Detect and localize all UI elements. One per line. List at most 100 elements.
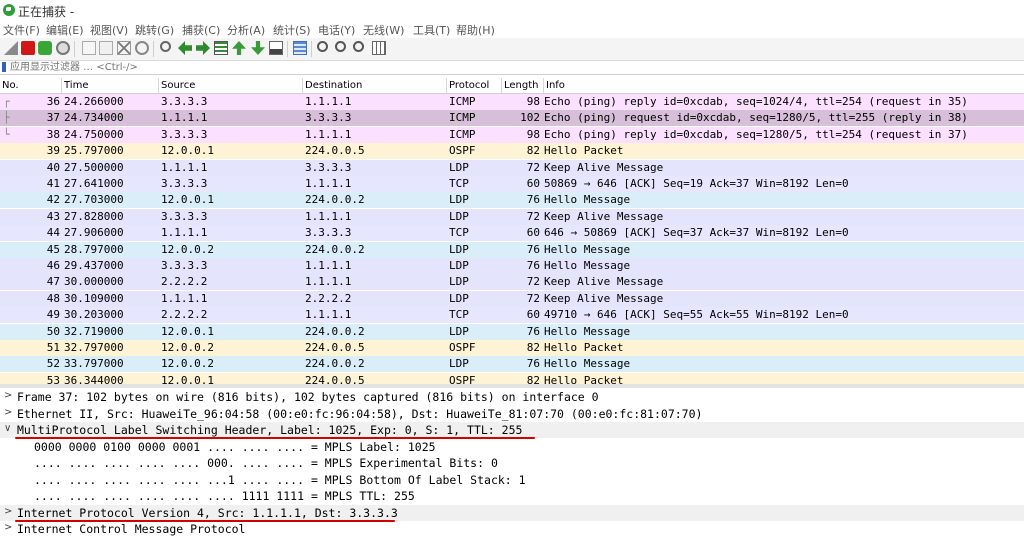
packet-length: 76 — [526, 357, 540, 371]
zoom-normal-icon[interactable] — [353, 41, 364, 52]
column-header-time[interactable]: Time — [64, 80, 88, 91]
packet-length: 72 — [526, 160, 540, 174]
packet-details[interactable]: > Frame 37: 102 bytes on wire (816 bits),… — [0, 388, 1024, 543]
column-separator[interactable] — [302, 78, 303, 93]
find-icon[interactable] — [160, 41, 171, 52]
packet-row[interactable]: 36 24.266000 3.3.3.3 1.1.1.1 ICMP 98 Echo (pin… — [0, 94, 1024, 110]
column-header-protocol[interactable]: Protocol — [449, 80, 489, 91]
packet-time: 30.000000 — [64, 275, 124, 289]
save-icon[interactable] — [99, 41, 113, 55]
back-icon[interactable] — [178, 41, 192, 55]
first-packet-icon[interactable] — [232, 41, 246, 55]
detail-row[interactable]: > Internet Control Message Protocol — [0, 521, 1024, 537]
packet-destination: 224.0.0.2 — [305, 324, 365, 338]
goto-icon[interactable] — [214, 41, 228, 55]
column-separator[interactable] — [61, 78, 62, 93]
packet-row[interactable]: 39 25.797000 12.0.0.1 224.0.0.5 OSPF 82 Hello … — [0, 143, 1024, 160]
packet-row[interactable]: 47 30.000000 2.2.2.2 1.1.1.1 LDP 72 Keep Alive… — [0, 274, 1024, 291]
menu-item-3[interactable]: 跳转(G) — [135, 22, 174, 38]
reload-icon[interactable] — [135, 41, 149, 55]
menu-item-1[interactable]: 编辑(E) — [46, 22, 84, 38]
packet-time: 30.203000 — [64, 308, 124, 322]
detail-row[interactable]: 0000 0000 0100 0000 0001 .... .... .... … — [0, 438, 1024, 455]
zoom-out-icon[interactable] — [335, 41, 346, 52]
detail-row[interactable]: .... .... .... .... .... 000. .... .... … — [0, 455, 1024, 471]
packet-row[interactable]: 38 24.750000 3.3.3.3 1.1.1.1 ICMP 98 Echo (pin… — [0, 126, 1024, 143]
detail-row[interactable]: > Ethernet II, Src: HuaweiTe_96:04:58 (00… — [0, 405, 1024, 422]
menu-item-10[interactable]: 帮助(H) — [456, 22, 495, 38]
detail-row[interactable]: .... .... .... .... .... ...1 .... .... … — [0, 471, 1024, 488]
packet-destination: 1.1.1.1 — [305, 308, 352, 322]
resize-columns-icon[interactable] — [372, 41, 386, 55]
bookmark-icon[interactable] — [2, 62, 6, 72]
column-header-info[interactable]: Info — [546, 80, 565, 91]
packet-protocol: LDP — [449, 193, 469, 207]
packet-info: Keep Alive Message — [544, 275, 664, 289]
column-header-destination[interactable]: Destination — [305, 80, 362, 91]
packet-list-header: No. Time Source Destination Protocol Length In… — [0, 78, 1024, 94]
packet-time: 27.828000 — [64, 209, 124, 223]
forward-icon[interactable] — [196, 41, 210, 55]
menu-item-2[interactable]: 视图(V) — [90, 22, 128, 38]
packet-row[interactable]: 48 30.109000 1.1.1.1 2.2.2.2 LDP 72 Keep Alive… — [0, 290, 1024, 307]
column-header-no[interactable]: No. — [2, 80, 19, 91]
related-packet-marker: └ — [3, 127, 10, 141]
packet-row[interactable]: 41 27.641000 3.3.3.3 1.1.1.1 TCP 60 50869 → 64… — [0, 176, 1024, 192]
column-separator[interactable] — [446, 78, 447, 93]
column-header-length[interactable]: Length — [504, 80, 539, 91]
packet-number: 42 — [46, 193, 60, 207]
packet-row[interactable]: 44 27.906000 1.1.1.1 3.3.3.3 TCP 60 646 → 5086… — [0, 225, 1024, 242]
packet-row[interactable]: 52 33.797000 12.0.0.2 224.0.0.2 LDP 76 Hello M… — [0, 356, 1024, 373]
packet-row[interactable]: 53 36.344000 12.0.0.1 224.0.0.5 OSPF 82 Hello … — [0, 372, 1024, 384]
detail-row[interactable]: > Internet Protocol Version 4, Src: 1.1.1… — [0, 504, 1024, 521]
expand-arrow-icon[interactable]: > — [4, 522, 12, 533]
menu-item-0[interactable]: 文件(F) — [3, 22, 40, 38]
packet-row[interactable]: 43 27.828000 3.3.3.3 1.1.1.1 LDP 72 Keep Alive… — [0, 208, 1024, 225]
column-header-source[interactable]: Source — [161, 80, 195, 91]
stop-icon[interactable] — [21, 41, 35, 55]
packet-list[interactable]: No. Time Source Destination Protocol Length In… — [0, 78, 1024, 384]
menu-bar: 文件(F) 编辑(E) 视图(V) 跳转(G) 捕获(C) 分析(A) 统计(S) 电话(Y)… — [0, 20, 1024, 38]
column-separator[interactable] — [543, 78, 544, 93]
packet-row[interactable]: 50 32.719000 12.0.0.1 224.0.0.2 LDP 76 Hello M… — [0, 323, 1024, 340]
packet-number: 48 — [46, 291, 60, 305]
menu-item-6[interactable]: 统计(S) — [273, 22, 311, 38]
shark-fin-icon[interactable] — [4, 41, 18, 55]
column-separator[interactable] — [158, 78, 159, 93]
options-icon[interactable] — [56, 41, 70, 55]
restart-icon[interactable] — [38, 41, 52, 55]
detail-row[interactable]: .... .... .... .... .... .... 1111 1111 … — [0, 488, 1024, 504]
open-icon[interactable] — [82, 41, 96, 55]
menu-item-5[interactable]: 分析(A) — [227, 22, 265, 38]
packet-info: Hello Message — [544, 242, 631, 256]
menu-item-9[interactable]: 工具(T) — [413, 22, 450, 38]
packet-row[interactable]: 37 24.734000 1.1.1.1 3.3.3.3 ICMP 102 Echo (pi… — [0, 110, 1024, 127]
packet-protocol: LDP — [449, 209, 469, 223]
packet-destination: 224.0.0.2 — [305, 242, 365, 256]
close-file-icon[interactable] — [117, 41, 131, 55]
packet-protocol: ICMP — [449, 95, 476, 108]
expand-arrow-icon[interactable]: > — [4, 506, 12, 517]
display-filter-input[interactable] — [10, 61, 1010, 74]
zoom-in-icon[interactable] — [317, 41, 328, 52]
menu-item-7[interactable]: 电话(Y) — [318, 22, 355, 38]
packet-row[interactable]: 40 27.500000 1.1.1.1 3.3.3.3 LDP 72 Keep Alive… — [0, 159, 1024, 176]
expand-arrow-icon[interactable]: > — [4, 390, 12, 401]
colorize-icon[interactable] — [293, 41, 307, 55]
column-separator[interactable] — [501, 78, 502, 93]
packet-row[interactable]: 49 30.203000 2.2.2.2 1.1.1.1 TCP 60 49710 → 64… — [0, 307, 1024, 324]
expand-arrow-icon[interactable]: > — [4, 407, 12, 418]
packet-length: 82 — [526, 373, 540, 384]
packet-row[interactable]: 51 32.797000 12.0.0.2 224.0.0.5 OSPF 82 Hello … — [0, 340, 1024, 356]
packet-row[interactable]: 42 27.703000 12.0.0.1 224.0.0.2 LDP 76 Hello M… — [0, 192, 1024, 209]
detail-row[interactable]: > Frame 37: 102 bytes on wire (816 bits),… — [0, 389, 1024, 405]
autoscroll-icon[interactable] — [269, 41, 283, 55]
last-packet-icon[interactable] — [251, 41, 265, 55]
menu-item-4[interactable]: 捕获(C) — [182, 22, 220, 38]
packet-row[interactable]: 45 28.797000 12.0.0.2 224.0.0.2 LDP 76 Hello M… — [0, 241, 1024, 258]
detail-row[interactable]: ∨ MultiProtocol Label Switching Header, L… — [0, 422, 1024, 438]
menu-item-8[interactable]: 无线(W) — [363, 22, 404, 38]
collapse-arrow-icon[interactable]: ∨ — [4, 423, 11, 434]
packet-row[interactable]: 46 29.437000 3.3.3.3 1.1.1.1 LDP 76 Hello Mess… — [0, 258, 1024, 274]
packet-destination: 1.1.1.1 — [305, 95, 352, 108]
